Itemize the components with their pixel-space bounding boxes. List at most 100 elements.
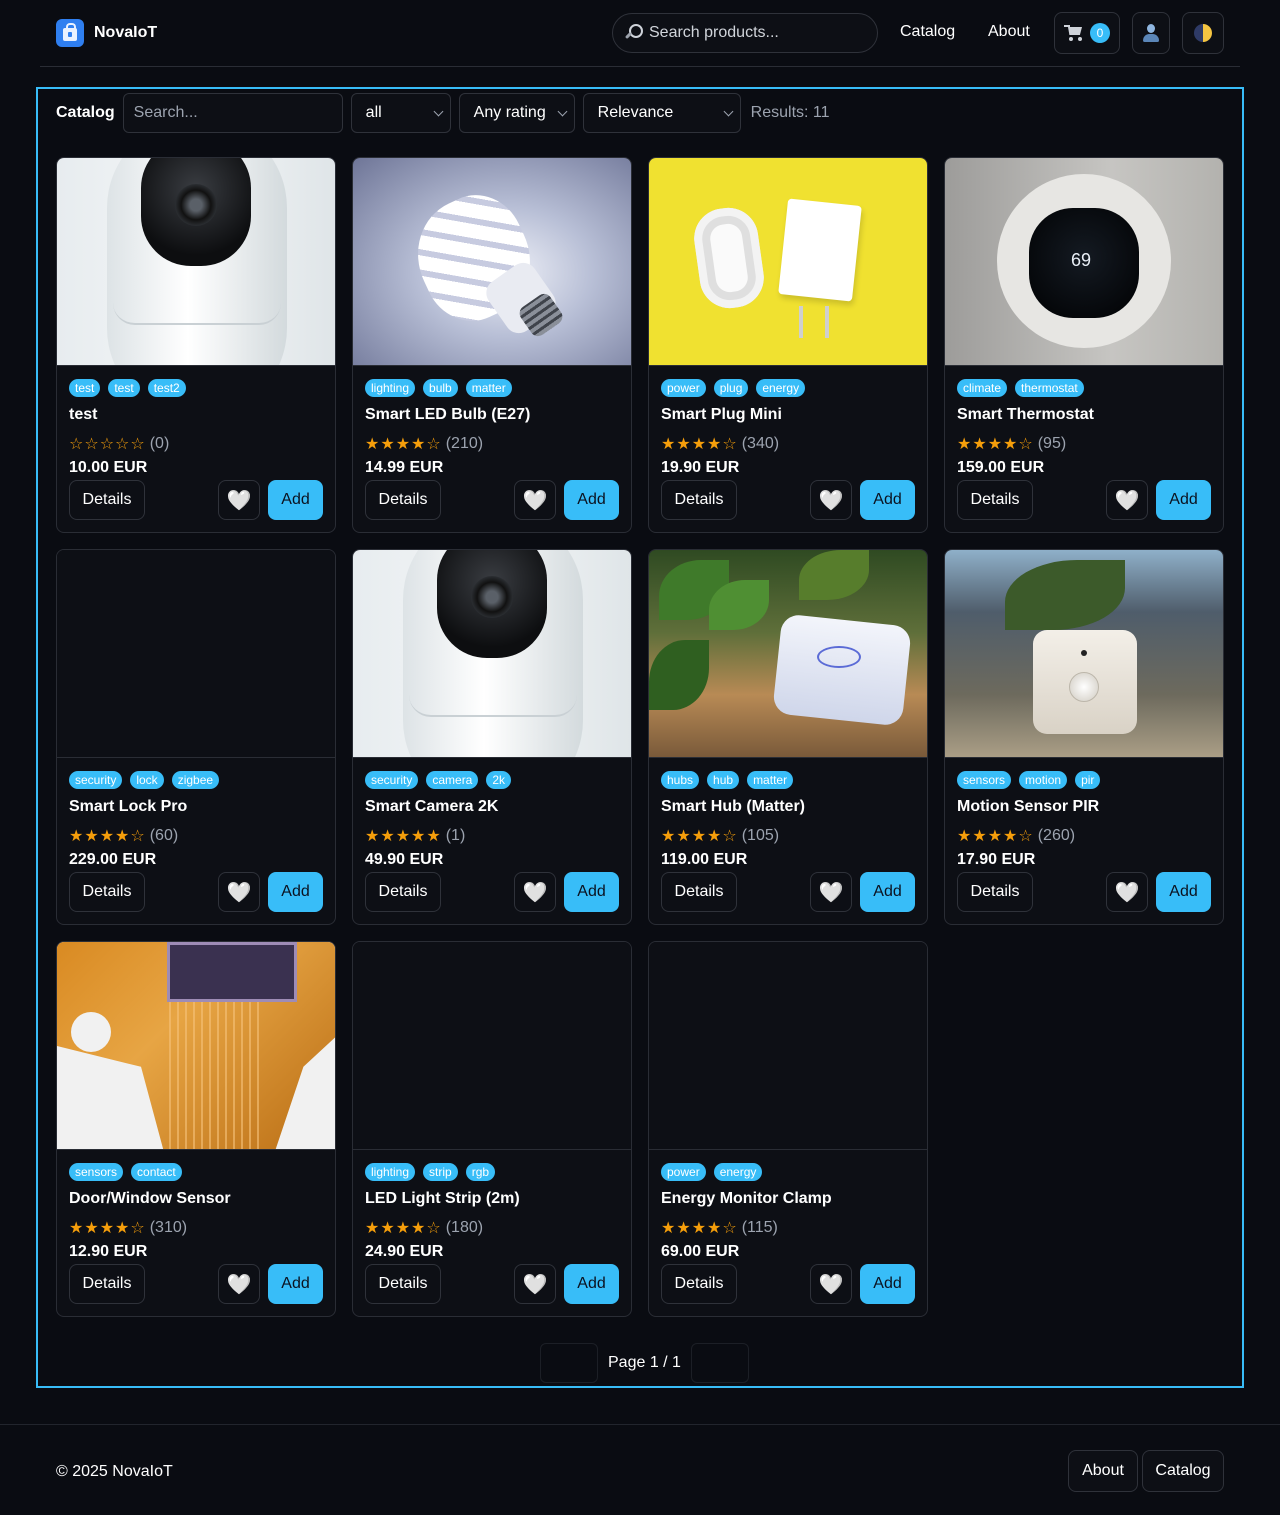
heart-icon[interactable]: 🤍 (1106, 480, 1148, 520)
product-tag[interactable]: test (108, 379, 140, 397)
product-tag[interactable]: lighting (365, 1163, 416, 1181)
details-button[interactable]: Details (69, 872, 145, 912)
footer-about-link[interactable]: About (1068, 1450, 1138, 1492)
next-page-button[interactable] (690, 1343, 749, 1383)
add-to-cart-button[interactable]: Add (268, 480, 323, 520)
product-tag[interactable]: plug (713, 379, 749, 397)
product-title[interactable]: Smart Thermostat (957, 406, 1094, 424)
heart-icon[interactable]: 🤍 (218, 480, 260, 520)
rating-select[interactable]: Any rating (458, 93, 575, 133)
product-title[interactable]: Energy Monitor Clamp (661, 1190, 832, 1208)
product-tag[interactable]: lock (130, 771, 164, 789)
add-to-cart-button[interactable]: Add (268, 1264, 323, 1304)
details-button[interactable]: Details (957, 872, 1033, 912)
product-tag[interactable]: matter (465, 379, 512, 397)
product-tag[interactable]: energy (756, 379, 806, 397)
heart-icon[interactable]: 🤍 (810, 1264, 852, 1304)
product-image[interactable] (945, 550, 1223, 758)
product-image[interactable] (649, 942, 927, 1150)
product-image[interactable] (353, 550, 631, 758)
product-tag[interactable]: power (661, 1163, 706, 1181)
product-tag[interactable]: energy (713, 1163, 763, 1181)
add-to-cart-button[interactable]: Add (268, 872, 323, 912)
heart-icon[interactable]: 🤍 (1106, 872, 1148, 912)
product-title[interactable]: LED Light Strip (2m) (365, 1190, 520, 1208)
heart-icon[interactable]: 🤍 (218, 872, 260, 912)
product-tag[interactable]: matter (747, 771, 794, 789)
add-to-cart-button[interactable]: Add (564, 872, 619, 912)
product-tag[interactable]: climate (957, 379, 1008, 397)
add-to-cart-button[interactable]: Add (1156, 480, 1211, 520)
product-tag[interactable]: contact (131, 1163, 182, 1181)
nav-catalog-link[interactable]: Catalog (900, 23, 955, 41)
heart-icon[interactable]: 🤍 (218, 1264, 260, 1304)
product-tag[interactable]: test2 (147, 379, 186, 397)
product-tag[interactable]: rgb (465, 1163, 496, 1181)
product-tag[interactable]: sensors (957, 771, 1012, 789)
cart-button[interactable]: 0 (1054, 12, 1120, 54)
heart-icon[interactable]: 🤍 (810, 480, 852, 520)
details-button[interactable]: Details (661, 872, 737, 912)
product-image[interactable] (353, 158, 631, 366)
details-button[interactable]: Details (69, 480, 145, 520)
product-title[interactable]: Door/Window Sensor (69, 1190, 231, 1208)
heart-icon[interactable]: 🤍 (514, 872, 556, 912)
product-tag[interactable]: bulb (423, 379, 458, 397)
product-image[interactable]: 69 (945, 158, 1223, 366)
product-tag[interactable]: thermostat (1015, 379, 1084, 397)
theme-toggle-button[interactable] (1182, 12, 1224, 54)
product-search[interactable] (612, 13, 878, 53)
heart-icon[interactable]: 🤍 (514, 1264, 556, 1304)
product-title[interactable]: Smart Hub (Matter) (661, 798, 805, 816)
details-button[interactable]: Details (365, 480, 441, 520)
product-tag[interactable]: motion (1019, 771, 1068, 789)
product-image[interactable] (57, 158, 335, 366)
add-to-cart-button[interactable]: Add (564, 1264, 619, 1304)
add-to-cart-button[interactable]: Add (860, 480, 915, 520)
product-tag[interactable]: sensors (69, 1163, 124, 1181)
search-input[interactable] (649, 24, 869, 42)
details-button[interactable]: Details (957, 480, 1033, 520)
account-button[interactable] (1132, 12, 1170, 54)
brand-link[interactable]: NovaIoT (56, 19, 157, 47)
product-image[interactable] (649, 158, 927, 366)
product-tag[interactable]: test (69, 379, 101, 397)
details-button[interactable]: Details (661, 1264, 737, 1304)
product-image[interactable] (57, 942, 335, 1150)
catalog-search-input[interactable] (122, 93, 343, 133)
product-title[interactable]: Smart Camera 2K (365, 798, 498, 816)
add-to-cart-button[interactable]: Add (1156, 872, 1211, 912)
product-title[interactable]: Smart Plug Mini (661, 406, 782, 424)
product-image[interactable] (57, 550, 335, 758)
details-button[interactable]: Details (365, 1264, 441, 1304)
category-select[interactable]: all (350, 93, 451, 133)
product-title[interactable]: Smart Lock Pro (69, 798, 187, 816)
details-button[interactable]: Details (69, 1264, 145, 1304)
product-tag[interactable]: security (69, 771, 123, 789)
add-to-cart-button[interactable]: Add (860, 1264, 915, 1304)
product-tag[interactable]: hub (707, 771, 740, 789)
product-title[interactable]: Smart LED Bulb (E27) (365, 406, 530, 424)
product-tag[interactable]: 2k (486, 771, 512, 789)
heart-icon[interactable]: 🤍 (810, 872, 852, 912)
product-image[interactable] (649, 550, 927, 758)
sort-select[interactable]: Relevance (582, 93, 741, 133)
product-tag[interactable]: lighting (365, 379, 416, 397)
details-button[interactable]: Details (661, 480, 737, 520)
product-title[interactable]: Motion Sensor PIR (957, 798, 1099, 816)
product-tag[interactable]: hubs (661, 771, 700, 789)
add-to-cart-button[interactable]: Add (564, 480, 619, 520)
details-button[interactable]: Details (365, 872, 441, 912)
add-to-cart-button[interactable]: Add (860, 872, 915, 912)
product-tag[interactable]: camera (426, 771, 479, 789)
product-image[interactable] (353, 942, 631, 1150)
product-tag[interactable]: power (661, 379, 706, 397)
product-tag[interactable]: zigbee (171, 771, 220, 789)
heart-icon[interactable]: 🤍 (514, 480, 556, 520)
product-tag[interactable]: pir (1075, 771, 1101, 789)
product-title[interactable]: test (69, 406, 97, 424)
product-tag[interactable]: strip (423, 1163, 458, 1181)
footer-catalog-link[interactable]: Catalog (1142, 1450, 1224, 1492)
product-tag[interactable]: security (365, 771, 419, 789)
nav-about-link[interactable]: About (988, 23, 1030, 41)
